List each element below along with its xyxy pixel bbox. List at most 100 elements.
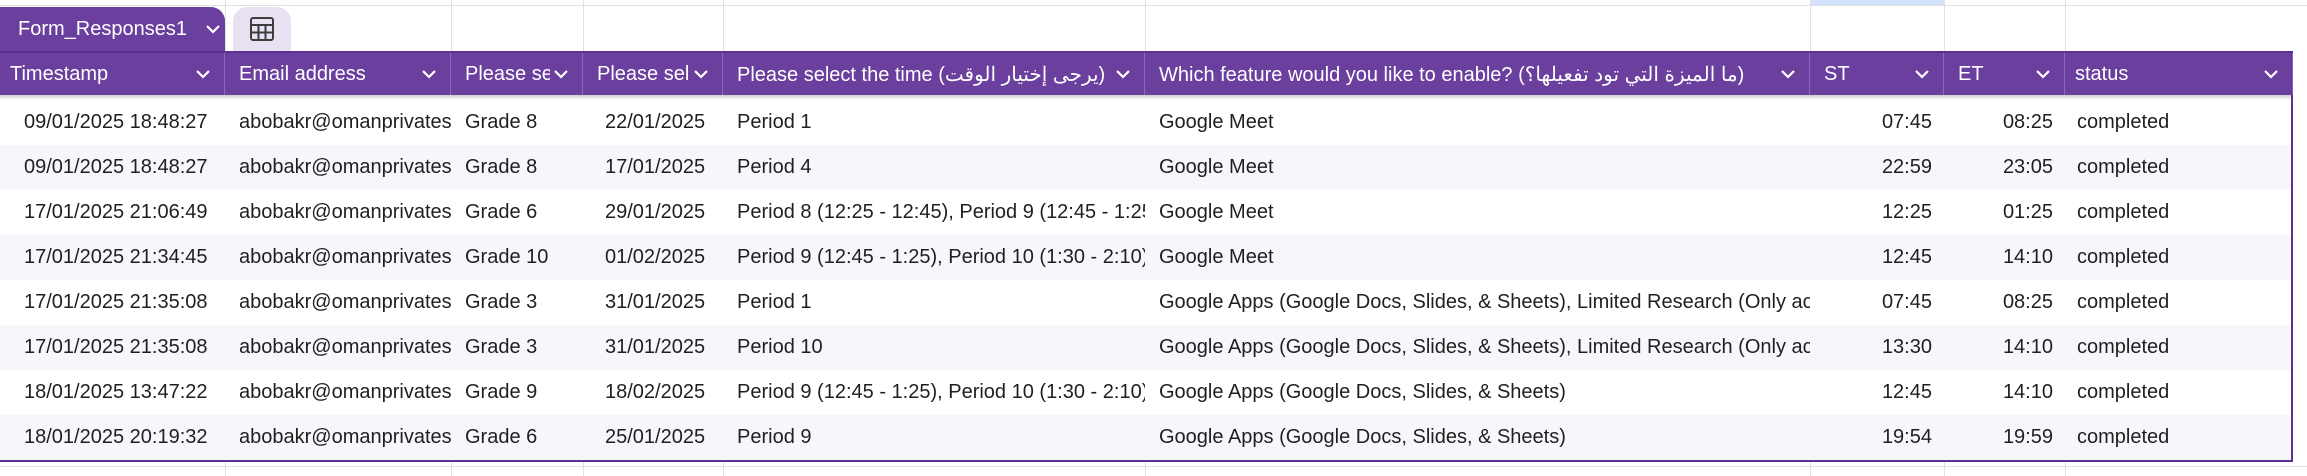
cell-st[interactable]: 07:45 [1810,100,1944,145]
cell-date[interactable]: 01/02/2025 [583,235,723,280]
cell-grade[interactable]: Grade 9 [451,370,583,415]
column-header-date[interactable]: Please select the date [583,53,723,95]
column-header-grade[interactable]: Please select your grade [451,53,583,95]
cell-timestamp[interactable]: 18/01/2025 13:47:22 [0,370,225,415]
cell-grade[interactable]: Grade 6 [451,415,583,460]
cell-time[interactable]: Period 1 [723,100,1145,145]
cell-et[interactable]: 23:05 [1944,145,2065,190]
cell-date[interactable]: 25/01/2025 [583,415,723,460]
cell-time[interactable]: Period 9 [723,415,1145,460]
table-calculator-button[interactable] [233,7,291,51]
cell-time[interactable]: Period 8 (12:25 - 12:45), Period 9 (12:4… [723,190,1145,235]
cell-email[interactable]: abobakr@omanprivateschool.net [225,100,451,145]
cell-et[interactable]: 08:25 [1944,100,2065,145]
cell-email[interactable]: abobakr@omanprivateschool.net [225,235,451,280]
cell-email[interactable]: abobakr@omanprivateschool.net [225,415,451,460]
cell-status[interactable]: completed [2065,415,2293,460]
cell-st[interactable]: 12:45 [1810,370,1944,415]
cell-st[interactable]: 12:45 [1810,235,1944,280]
cell-status[interactable]: completed [2065,145,2293,190]
column-header-status[interactable]: status [2065,53,2293,95]
cell-feature[interactable]: Google Apps (Google Docs, Slides, & Shee… [1145,280,1810,325]
cell-time[interactable]: Period 9 (12:45 - 1:25), Period 10 (1:30… [723,235,1145,280]
cell-feature[interactable]: Google Meet [1145,190,1810,235]
cell-timestamp[interactable]: 17/01/2025 21:35:08 [0,280,225,325]
chevron-down-icon[interactable] [2260,63,2282,85]
chevron-down-icon[interactable] [418,63,440,85]
column-header-feature[interactable]: Which feature would you like to enable? … [1145,53,1810,95]
cell-email[interactable]: abobakr@omanprivateschool.net [225,190,451,235]
chevron-down-icon[interactable] [690,63,712,85]
cell-timestamp[interactable]: 18/01/2025 20:19:32 [0,415,225,460]
cell-email[interactable]: abobakr@omanprivateschool.net [225,325,451,370]
chevron-down-icon[interactable] [2032,63,2054,85]
cell-date[interactable]: 31/01/2025 [583,325,723,370]
cell-st[interactable]: 07:45 [1810,280,1944,325]
cell-feature[interactable]: Google Meet [1145,235,1810,280]
cell-st[interactable]: 13:30 [1810,325,1944,370]
cell-date[interactable]: 18/02/2025 [583,370,723,415]
cell-grade[interactable]: Grade 8 [451,145,583,190]
chevron-down-icon[interactable] [1911,63,1933,85]
cell-grade[interactable]: Grade 6 [451,190,583,235]
cell-timestamp[interactable]: 17/01/2025 21:34:45 [0,235,225,280]
cell-date[interactable]: 17/01/2025 [583,145,723,190]
cell-time[interactable]: Period 10 [723,325,1145,370]
table-row[interactable]: 09/01/2025 18:48:27abobakr@omanprivatesc… [0,100,2291,145]
cell-status[interactable]: completed [2065,235,2293,280]
cell-st[interactable]: 19:54 [1810,415,1944,460]
cell-status[interactable]: completed [2065,280,2293,325]
column-header-email[interactable]: Email address [225,53,451,95]
cell-et[interactable]: 14:10 [1944,325,2065,370]
cell-et[interactable]: 14:10 [1944,370,2065,415]
cell-email[interactable]: abobakr@omanprivateschool.net [225,370,451,415]
cell-timestamp[interactable]: 09/01/2025 18:48:27 [0,100,225,145]
table-row[interactable]: 17/01/2025 21:06:49abobakr@omanprivatesc… [0,190,2291,235]
cell-time[interactable]: Period 4 [723,145,1145,190]
table-row[interactable]: 17/01/2025 21:35:08abobakr@omanprivatesc… [0,280,2291,325]
cell-feature[interactable]: Google Apps (Google Docs, Slides, & Shee… [1145,370,1810,415]
chevron-down-icon[interactable] [550,63,572,85]
cell-et[interactable]: 14:10 [1944,235,2065,280]
chevron-down-icon[interactable] [1777,63,1799,85]
cell-status[interactable]: completed [2065,100,2293,145]
cell-feature[interactable]: Google Apps (Google Docs, Slides, & Shee… [1145,325,1810,370]
cell-status[interactable]: completed [2065,190,2293,235]
cell-feature[interactable]: Google Meet [1145,100,1810,145]
cell-status[interactable]: completed [2065,325,2293,370]
column-header-et[interactable]: ET [1944,53,2065,95]
cell-et[interactable]: 08:25 [1944,280,2065,325]
cell-grade[interactable]: Grade 8 [451,100,583,145]
table-row[interactable]: 09/01/2025 18:48:27abobakr@omanprivatesc… [0,145,2291,190]
cell-email[interactable]: abobakr@omanprivateschool.net [225,280,451,325]
column-header-time[interactable]: Please select the time (يرجى إختيار الوق… [723,53,1145,95]
column-header-timestamp[interactable]: Timestamp [0,53,225,95]
table-row[interactable]: 18/01/2025 20:19:32abobakr@omanprivatesc… [0,415,2291,460]
table-row[interactable]: 17/01/2025 21:34:45abobakr@omanprivatesc… [0,235,2291,280]
cell-date[interactable]: 31/01/2025 [583,280,723,325]
cell-timestamp[interactable]: 09/01/2025 18:48:27 [0,145,225,190]
cell-et[interactable]: 01:25 [1944,190,2065,235]
cell-grade[interactable]: Grade 3 [451,325,583,370]
cell-feature[interactable]: Google Apps (Google Docs, Slides, & Shee… [1145,415,1810,460]
cell-time[interactable]: Period 1 [723,280,1145,325]
cell-feature[interactable]: Google Meet [1145,145,1810,190]
cell-timestamp[interactable]: 17/01/2025 21:06:49 [0,190,225,235]
cell-grade[interactable]: Grade 10 [451,235,583,280]
cell-date[interactable]: 29/01/2025 [583,190,723,235]
cell-email[interactable]: abobakr@omanprivateschool.net [225,145,451,190]
table-name-tab[interactable]: Form_Responses1 [0,7,225,51]
cell-st[interactable]: 22:59 [1810,145,1944,190]
table-row[interactable]: 18/01/2025 13:47:22abobakr@omanprivatesc… [0,370,2291,415]
table-row[interactable]: 17/01/2025 21:35:08abobakr@omanprivatesc… [0,325,2291,370]
cell-et[interactable]: 19:59 [1944,415,2065,460]
cell-grade[interactable]: Grade 3 [451,280,583,325]
chevron-down-icon[interactable] [192,63,214,85]
cell-date[interactable]: 22/01/2025 [583,100,723,145]
cell-st[interactable]: 12:25 [1810,190,1944,235]
column-header-st[interactable]: ST [1810,53,1944,95]
cell-status[interactable]: completed [2065,370,2293,415]
cell-time[interactable]: Period 9 (12:45 - 1:25), Period 10 (1:30… [723,370,1145,415]
cell-timestamp[interactable]: 17/01/2025 21:35:08 [0,325,225,370]
chevron-down-icon[interactable] [1112,63,1134,85]
